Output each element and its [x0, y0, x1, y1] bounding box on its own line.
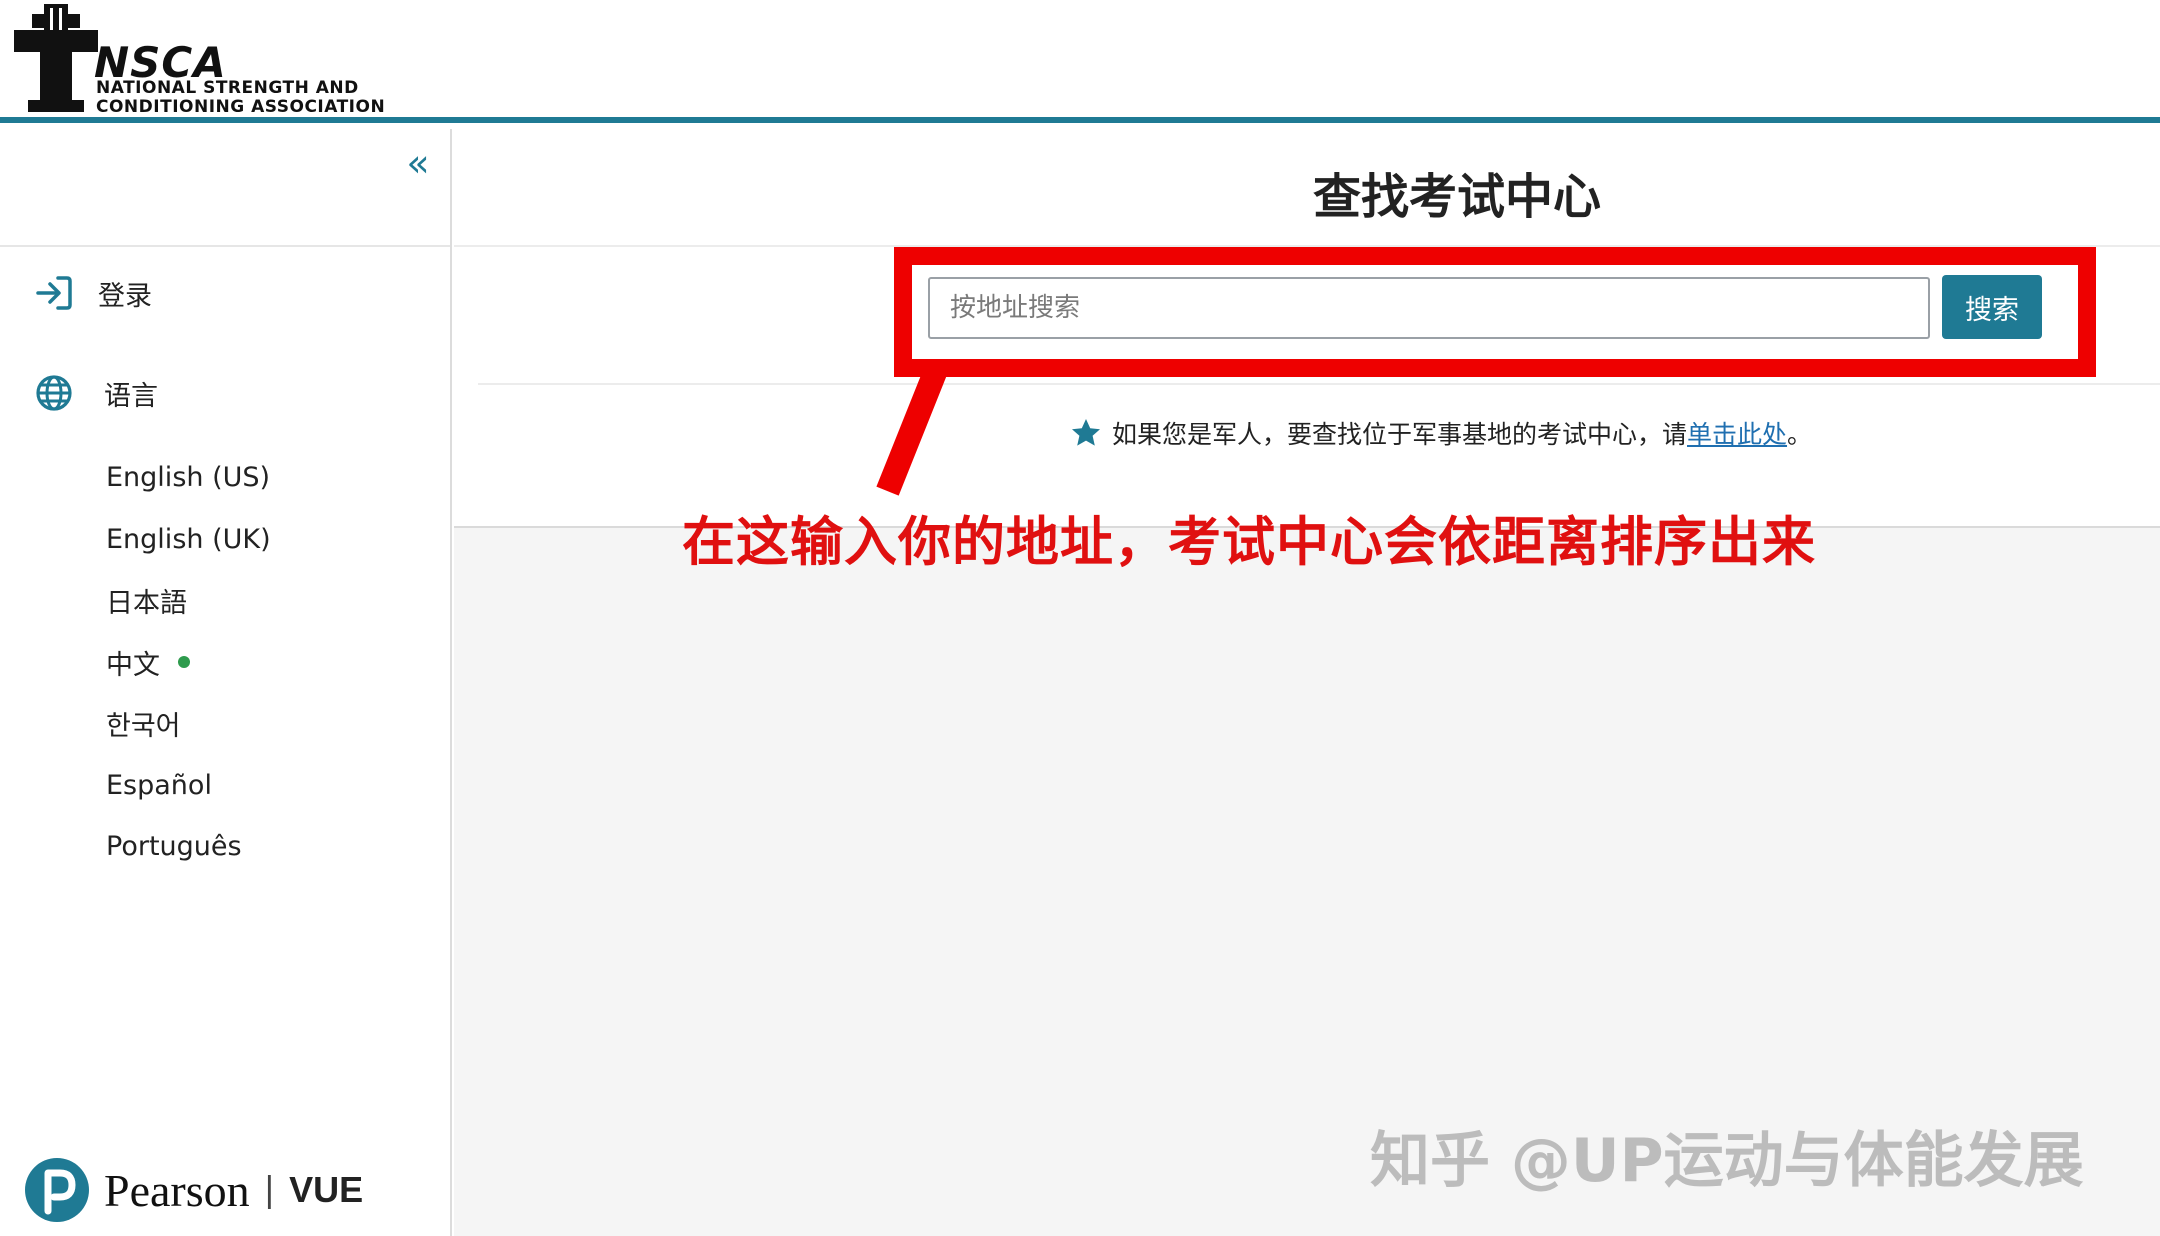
- language-option-es[interactable]: Español: [106, 755, 271, 817]
- sidebar-item-login-label: 登录: [98, 280, 152, 312]
- logo-subtitle-line1: NATIONAL STRENGTH AND: [96, 78, 359, 98]
- language-option-en-us[interactable]: English (US): [106, 447, 271, 509]
- sidebar-item-login[interactable]: 登录: [34, 273, 152, 313]
- site-header: NSCA NATIONAL STRENGTH AND CONDITIONING …: [0, 0, 2160, 123]
- pearson-vue-logo: Pearson | VUE: [24, 1157, 363, 1223]
- language-option-en-uk[interactable]: English (UK): [106, 509, 271, 571]
- globe-icon: [36, 375, 72, 411]
- language-option-ko[interactable]: 한국어: [106, 693, 271, 755]
- search-button[interactable]: 搜索: [1942, 275, 2042, 339]
- search-divider: [478, 383, 2160, 385]
- military-notice: 如果您是军人，要查找位于军事基地的考试中心，请 单击此处 。: [1070, 415, 1812, 451]
- login-arrow-icon: [36, 276, 72, 310]
- star-icon: [1072, 419, 1100, 446]
- main-content: 查找考试中心 搜索 如果您是军人，要查找位于军事基地的考试中心，请 单击此处 。: [454, 129, 2160, 1236]
- language-option-ja[interactable]: 日本語: [106, 570, 271, 632]
- military-click-here-link[interactable]: 单击此处: [1687, 415, 1787, 451]
- pearson-logo-mark-icon: [25, 1158, 89, 1222]
- sidebar-item-language-label: 语言: [104, 380, 158, 412]
- sidebar-item-language[interactable]: 语言: [34, 373, 158, 413]
- vue-wordmark: VUE: [289, 1169, 364, 1210]
- search-panel: 查找考试中心 搜索 如果您是军人，要查找位于军事基地的考试中心，请 单击此处 。: [454, 129, 2160, 526]
- double-chevron-left-icon: «: [406, 141, 430, 185]
- pearson-separator: |: [263, 1170, 276, 1210]
- watermark: 知乎 @UP运动与体能发展: [1370, 1126, 2084, 1196]
- title-divider: [454, 245, 2160, 247]
- logo-subtitle-line2: CONDITIONING ASSOCIATION: [96, 97, 386, 117]
- military-notice-text: 如果您是军人，要查找位于军事基地的考试中心，请: [1112, 420, 1688, 449]
- annotation-text: 在这输入你的地址，考试中心会依距离排序出来: [682, 512, 1816, 573]
- sidebar: « 登录 语言 English (US) English (UK) 日本語 中文: [0, 129, 452, 1236]
- language-option-pt[interactable]: Português: [106, 816, 271, 878]
- collapse-sidebar-button[interactable]: «: [398, 143, 438, 183]
- page-title: 查找考试中心: [1312, 169, 1601, 225]
- address-search-input[interactable]: [928, 277, 1930, 339]
- military-notice-end: 。: [1787, 420, 1813, 449]
- nsca-logo-mark-icon: [14, 4, 98, 112]
- page-root: NSCA NATIONAL STRENGTH AND CONDITIONING …: [0, 0, 2160, 1236]
- pearson-wordmark: Pearson: [104, 1164, 250, 1216]
- selected-language-indicator: [178, 656, 190, 669]
- language-option-zh[interactable]: 中文: [106, 632, 271, 694]
- nsca-logo[interactable]: NSCA NATIONAL STRENGTH AND CONDITIONING …: [14, 4, 414, 118]
- sidebar-divider: [0, 245, 450, 247]
- language-list: English (US) English (UK) 日本語 中文 한국어 Esp…: [106, 447, 271, 878]
